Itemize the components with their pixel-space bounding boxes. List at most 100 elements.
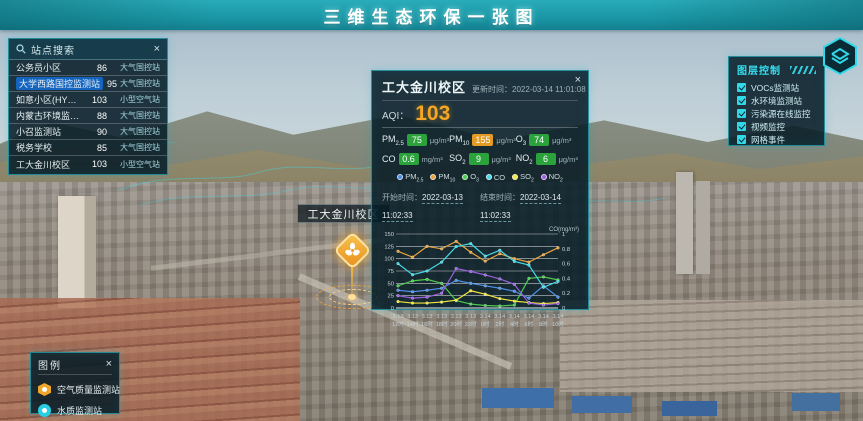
scenery-residential-right [560, 300, 863, 392]
pollutant-value-badge: 75 [407, 134, 427, 146]
station-row[interactable]: 小召监测站90大气国控站 [9, 124, 167, 140]
svg-text:6时: 6时 [525, 320, 534, 328]
checkbox-checked-icon[interactable] [737, 122, 746, 131]
checkbox-checked-icon[interactable] [737, 109, 746, 118]
scenery-warehouse-4 [792, 393, 840, 411]
station-type: 大气国控站 [110, 126, 160, 137]
svg-text:10时: 10时 [552, 320, 564, 328]
svg-text:50: 50 [388, 281, 394, 287]
station-name: 如意小区(HYW01) [16, 93, 84, 106]
pollutant-value-badge: 74 [529, 134, 549, 146]
station-name: 小召监测站 [16, 125, 84, 138]
fan-icon [344, 242, 361, 259]
pollutant-cell: NO26μg/m³ [516, 153, 578, 166]
station-rows: 公务员小区86大气国控站大学西路国控监测站95大气国控站如意小区(HYW01)1… [9, 60, 167, 172]
page-title: 三维生态环保一张图 [324, 3, 540, 28]
layer-panel-title: 图层控制 [737, 62, 781, 77]
pollutant-cell: PM2.575μg/m³ [382, 134, 449, 147]
pollutant-unit: μg/m³ [559, 155, 578, 164]
station-aqi-value: 85 [87, 143, 107, 153]
station-aqi-value: 86 [87, 63, 107, 73]
chart-legend-item[interactable]: O3 [462, 172, 479, 184]
pollutant-name: NO2 [516, 153, 533, 166]
station-row[interactable]: 如意小区(HYW01)103小型空气站 [9, 92, 167, 108]
layer-item[interactable]: VOCs监测站 [737, 81, 816, 94]
pollutant-name: PM10 [449, 134, 469, 147]
station-list-panel: 站点搜索 × 公务员小区86大气国控站大学西路国控监测站95大气国控站如意小区(… [8, 38, 168, 175]
checkbox-checked-icon[interactable] [737, 135, 746, 144]
svg-text:0: 0 [562, 306, 565, 312]
close-icon[interactable]: × [575, 75, 581, 86]
station-row[interactable]: 内蒙古环境监测站88大气国控站 [9, 108, 167, 124]
svg-text:100: 100 [384, 257, 394, 263]
pollutant-name: SO2 [449, 153, 465, 166]
map-viewport[interactable]: 三维生态环保一张图 站点搜索 × 公务员小区86大气国控站大学西路国控监测站95… [0, 0, 863, 421]
station-aqi-value: 88 [87, 111, 107, 121]
chart-legend-item[interactable]: SO2 [512, 172, 534, 184]
svg-text:CO(mg/m³): CO(mg/m³) [549, 227, 579, 233]
layer-label: 水环境监测站 [751, 95, 802, 107]
chart-legend-item[interactable]: NO2 [541, 172, 563, 184]
legend-item-label: 空气质量监测站 [57, 383, 120, 396]
svg-text:3.13: 3.13 [465, 314, 476, 320]
app-header: 三维生态环保一张图 [0, 0, 863, 30]
map-legend-panel: 图例 × 空气质量监测站水质监测站 [30, 352, 120, 414]
svg-text:14时: 14时 [407, 320, 419, 328]
svg-text:3.14: 3.14 [494, 314, 505, 320]
update-time-value: 2022-03-14 11:01:08 [512, 85, 586, 94]
layer-item[interactable]: 水环境监测站 [737, 94, 816, 107]
pollutant-cell: CO0.6mg/m³ [382, 153, 449, 166]
layer-item[interactable]: 视频监控 [737, 120, 816, 133]
chart-legend-item[interactable]: CO [486, 172, 505, 184]
pollutant-trend-chart[interactable]: 025507510012515000.20.40.60.81CO(mg/m³)3… [382, 226, 580, 336]
start-time-field[interactable]: 开始时间：2022-03-13 11:02:33 [382, 187, 480, 223]
legend-label: NO2 [549, 172, 563, 184]
legend-label: PM2.5 [405, 172, 423, 184]
checkbox-checked-icon[interactable] [737, 83, 746, 92]
svg-text:150: 150 [384, 232, 394, 238]
svg-text:3.14: 3.14 [509, 314, 520, 320]
svg-text:125: 125 [384, 244, 394, 250]
close-icon[interactable]: × [106, 359, 112, 370]
legend-dot [397, 174, 403, 180]
station-row[interactable]: 工大金川校区103小型空气站 [9, 156, 167, 172]
pollutant-grid: PM2.575μg/m³PM10155μg/m³O374μg/m³CO0.6mg… [382, 128, 578, 170]
layer-item[interactable]: 污染源在线监控 [737, 107, 816, 120]
svg-text:2时: 2时 [495, 320, 504, 328]
station-row[interactable]: 大学西路国控监测站95大气国控站 [9, 76, 167, 92]
chart-legend-item[interactable]: PM2.5 [397, 172, 423, 184]
close-icon[interactable]: × [154, 44, 160, 55]
station-type: 大气国控站 [120, 78, 160, 89]
station-aqi-value: 95 [106, 79, 117, 89]
chart-legend-item[interactable]: PM10 [430, 172, 455, 184]
popup-title: 工大金川校区 [382, 77, 466, 96]
pollutant-unit: μg/m³ [552, 136, 571, 145]
layer-hex-button[interactable] [820, 36, 860, 76]
station-type: 大气国控站 [110, 110, 160, 121]
pollutant-unit: mg/m³ [422, 155, 443, 164]
station-name: 大学西路国控监测站 [16, 77, 103, 90]
legend-label: CO [494, 173, 505, 182]
end-time-field[interactable]: 结束时间：2022-03-14 11:02:33 [480, 187, 578, 223]
scenery-tower [58, 196, 96, 308]
scenery-warehouse-1 [482, 388, 554, 408]
pollutant-name: PM2.5 [382, 134, 404, 147]
svg-text:12时: 12时 [392, 320, 404, 328]
checkbox-checked-icon[interactable] [737, 96, 746, 105]
pollutant-value-badge: 6 [536, 153, 556, 165]
pollutant-name: CO [382, 154, 396, 164]
layer-item[interactable]: 网格事件 [737, 133, 816, 146]
svg-text:18时: 18时 [436, 320, 448, 328]
station-row[interactable]: 税务学校85大气国控站 [9, 140, 167, 156]
legend-dot [462, 174, 468, 180]
layer-label: 污染源在线监控 [751, 108, 811, 120]
svg-text:0.6: 0.6 [562, 262, 570, 268]
end-time-label: 结束时间： [480, 193, 520, 202]
station-name: 税务学校 [16, 141, 84, 154]
legend-item-label: 水质监测站 [57, 404, 102, 417]
station-row[interactable]: 公务员小区86大气国控站 [9, 60, 167, 76]
station-detail-popup: × 工大金川校区 更新时间：2022-03-14 11:01:08 AQI： 1… [371, 70, 589, 310]
svg-text:0.8: 0.8 [562, 247, 570, 253]
popup-title-row: 工大金川校区 更新时间：2022-03-14 11:01:08 [382, 77, 578, 101]
svg-text:0时: 0时 [481, 320, 490, 328]
